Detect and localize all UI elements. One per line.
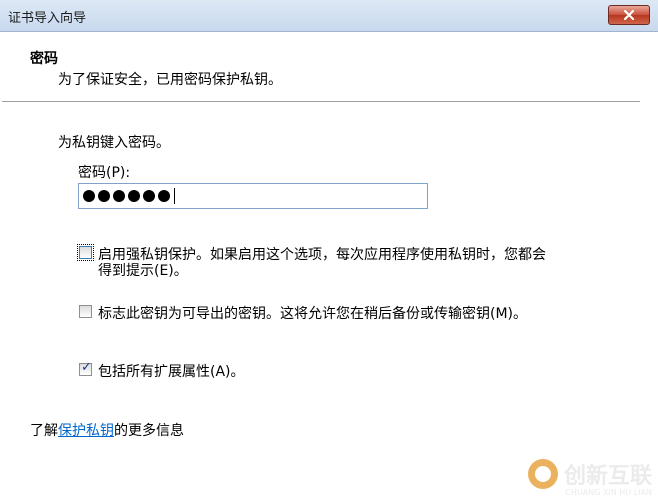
wizard-header: 密码 为了保证安全，已用密码保护私钥。 [0, 33, 658, 101]
brand-name: 创新互联 [563, 464, 652, 489]
window-title: 证书导入向导 [8, 11, 87, 26]
title-bar[interactable]: 证书导入向导 [0, 0, 658, 32]
brand-logo-icon [527, 459, 558, 489]
page-title: 密码 [30, 51, 58, 67]
password-mask-dot [158, 190, 170, 202]
password-mask-dot [128, 190, 140, 202]
password-mask-dot [83, 190, 95, 202]
strong-protection-label-line2[interactable]: 得到提示(E)。 [98, 260, 188, 280]
strong-protection-checkbox[interactable] [77, 244, 94, 261]
password-label: 密码(P): [78, 165, 131, 181]
learn-more-text: 了解保护私钥的更多信息 [30, 420, 184, 440]
password-mask-dot [143, 190, 155, 202]
brand-subtitle: CHUANG XIN HU LIAN [565, 488, 652, 497]
password-mask-dot [98, 190, 110, 202]
header-divider [2, 101, 640, 103]
close-button[interactable] [608, 5, 650, 25]
extended-properties-label[interactable]: 包括所有扩展属性(A)。 [98, 361, 245, 381]
learn-more-prefix: 了解 [30, 423, 58, 439]
page-subtitle: 为了保证安全，已用密码保护私钥。 [58, 72, 282, 88]
close-icon [623, 10, 635, 20]
brand-watermark: 创新互联 CHUANG XIN HU LIAN [527, 458, 652, 497]
password-mask-dot [113, 190, 125, 202]
exportable-key-checkbox[interactable] [79, 305, 92, 318]
extended-properties-checkbox[interactable]: ✓ [79, 360, 92, 376]
learn-more-suffix: 的更多信息 [114, 423, 184, 439]
certificate-import-wizard-window: 证书导入向导 密码 为了保证安全，已用密码保护私钥。 为私钥键入密码。 密码(P… [0, 0, 658, 502]
password-field[interactable] [78, 183, 428, 209]
checkmark-icon: ✓ [81, 360, 92, 375]
text-caret [174, 188, 175, 204]
password-instruction: 为私钥键入密码。 [58, 135, 170, 151]
protect-private-key-link[interactable]: 保护私钥 [58, 423, 114, 439]
exportable-key-label[interactable]: 标志此密钥为可导出的密钥。这将允许您在稍后备份或传输密钥(M)。 [98, 303, 527, 323]
